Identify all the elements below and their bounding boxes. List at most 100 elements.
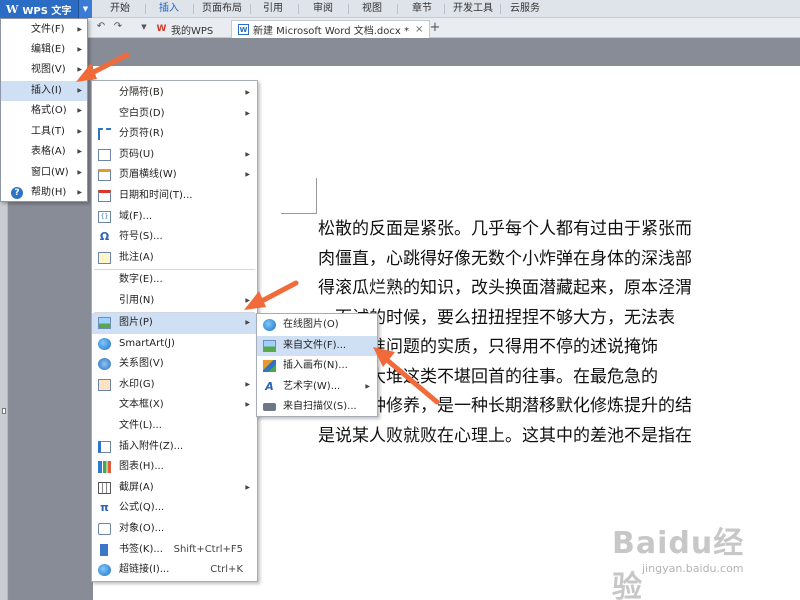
insert-item-separator[interactable]: 分隔符(B) ▶ <box>92 83 257 104</box>
menu-item-format[interactable]: 格式(O) ▶ <box>1 101 87 121</box>
insert-item-file[interactable]: 文件(L)... <box>92 416 257 437</box>
tab-start[interactable]: 开始 <box>110 0 130 18</box>
text-line: 而是一种修养，是一种长期潜移默化修炼提升的结 <box>318 396 692 416</box>
menu-item-label: 插入附件(Z)... <box>119 440 184 452</box>
insert-item-relation-chart[interactable]: 关系图(V) <box>92 354 257 375</box>
insert-item-watermark[interactable]: 水印(G) ▶ <box>92 375 257 396</box>
insert-item-number[interactable]: 数字(E)... <box>92 270 257 291</box>
menu-item-label: 关系图(V) <box>119 358 164 370</box>
chart-icon <box>98 461 111 474</box>
menu-item-label: 数字(E)... <box>119 274 163 285</box>
menu-item-table[interactable]: 表格(A) ▶ <box>1 142 87 162</box>
insert-item-picture[interactable]: 图片(P) ▶ <box>92 313 257 334</box>
insert-item-screenshot[interactable]: 截屏(A) ▶ <box>92 478 257 499</box>
tab-references[interactable]: 引用 <box>263 0 283 18</box>
insert-item-page-break[interactable]: 分页符(R) <box>92 124 257 145</box>
insert-item-smartart[interactable]: SmartArt(J) <box>92 334 257 355</box>
picture-item-from-file[interactable]: 来自文件(F)... <box>257 335 377 356</box>
document-tab-bar: ↶ ↷ ▼ W 我的WPS W 新建 Microsoft Word 文档.doc… <box>0 18 800 38</box>
picture-item-online[interactable]: 在线图片(O) <box>257 315 377 336</box>
tab-view[interactable]: 视图 <box>362 0 382 18</box>
menu-item-window[interactable]: 窗口(W) ▶ <box>1 163 87 183</box>
menu-item-label: 图片(P) <box>119 317 153 328</box>
insert-item-symbol[interactable]: Ω 符号(S)... <box>92 227 257 248</box>
menu-item-label: 来自文件(F)... <box>283 339 347 351</box>
tab-developer[interactable]: 开发工具 <box>453 0 493 18</box>
tab-divider <box>348 4 349 14</box>
insert-item-attachment[interactable]: 插入附件(Z)... <box>92 437 257 458</box>
tab-review[interactable]: 审阅 <box>313 0 333 18</box>
tab-divider <box>397 4 398 14</box>
close-icon[interactable]: × <box>415 24 423 35</box>
insert-item-comment[interactable]: 批注(A) <box>92 248 257 269</box>
smartart-icon <box>98 337 111 350</box>
new-tab-plus-icon[interactable]: + <box>428 20 442 36</box>
menu-item-file[interactable]: 文件(F) ▶ <box>1 20 87 40</box>
tab-divider <box>250 4 251 14</box>
menu-item-label: 插入画布(N)... <box>283 360 348 371</box>
insert-item-blank-page[interactable]: 空白页(D) ▶ <box>92 104 257 125</box>
wps-home-icon: W <box>156 24 167 34</box>
header-line-icon <box>98 169 111 182</box>
picture-icon <box>98 317 111 329</box>
tab-divider <box>193 4 194 14</box>
tab-insert[interactable]: 插入 <box>159 0 179 18</box>
insert-item-page-number[interactable]: 页码(U) ▶ <box>92 145 257 166</box>
insert-item-reference[interactable]: 引用(N) ▶ <box>92 291 257 312</box>
customize-dropdown-icon[interactable]: ▼ <box>137 20 151 34</box>
menu-item-help[interactable]: ? 帮助(H) ▶ <box>1 183 87 203</box>
menu-item-label: 截屏(A) <box>119 481 154 493</box>
menu-item-label: 水印(G) <box>119 378 155 390</box>
submenu-arrow-icon: ▶ <box>245 171 250 179</box>
insert-item-chart[interactable]: 图表(H)... <box>92 457 257 478</box>
menu-item-label: 日期和时间(T)... <box>119 190 193 201</box>
menu-item-label: 来自扫描仪(S)... <box>283 401 357 412</box>
tab-my-wps[interactable]: W 我的WPS <box>150 20 219 38</box>
menu-item-label: 插入(I) <box>31 85 62 96</box>
dropdown-arrow-icon[interactable]: ▼ <box>78 0 92 18</box>
wps-app-menu-button[interactable]: W WPS 文字 ▼ <box>0 0 92 18</box>
menu-item-label: 超链接(I)... <box>119 564 170 576</box>
redo-icon[interactable]: ↷ <box>111 20 125 34</box>
picture-item-canvas[interactable]: 插入画布(N)... <box>257 356 377 377</box>
insert-item-header-line[interactable]: 页眉横线(W) ▶ <box>92 165 257 186</box>
menu-item-label: SmartArt(J) <box>119 337 175 349</box>
menu-item-label: 引用(N) <box>119 294 155 306</box>
menu-item-label: 文本框(X) <box>119 399 164 411</box>
tab-document[interactable]: W 新建 Microsoft Word 文档.docx * × <box>231 20 431 38</box>
menu-item-label: 页码(U) <box>119 148 155 160</box>
tab-divider <box>298 4 299 14</box>
document-body-text[interactable]: 松散的反面是紧张。几乎每个人都有过由于紧张而 肉僵直，心跳得好像无数个小炸弹在身… <box>318 215 800 451</box>
wps-main-menu: 文件(F) ▶ 编辑(E) ▶ 视图(V) ▶ 插入(I) ▶ 格式(O) ▶ 工具(T)… <box>0 18 88 202</box>
submenu-arrow-icon: ▶ <box>77 66 82 73</box>
omega-icon: Ω <box>99 230 110 244</box>
tab-cloud-service[interactable]: 云服务 <box>510 0 540 18</box>
insert-item-bookmark[interactable]: 书签(K)... Shift+Ctrl+F5 <box>92 540 257 561</box>
menu-item-label: 在线图片(O) <box>283 319 339 330</box>
word-document-icon: W <box>238 24 249 35</box>
shortcut-text: Ctrl+K <box>210 564 243 576</box>
insert-item-text-box[interactable]: 文本框(X) ▶ <box>92 395 257 416</box>
menu-item-tools[interactable]: 工具(T) ▶ <box>1 122 87 142</box>
insert-item-object[interactable]: 对象(O)... <box>92 519 257 540</box>
baidu-watermark: Baidu经验 jingyan.baidu.com <box>612 518 762 600</box>
menu-item-label: 页眉横线(W) <box>119 169 177 181</box>
submenu-arrow-icon: ▶ <box>245 401 250 409</box>
ruler-marker[interactable] <box>2 408 6 414</box>
menu-item-edit[interactable]: 编辑(E) ▶ <box>1 40 87 60</box>
relation-icon <box>98 358 111 371</box>
submenu-arrow-icon: ▶ <box>245 109 250 117</box>
tab-chapter[interactable]: 章节 <box>412 0 432 18</box>
undo-icon[interactable]: ↶ <box>94 20 108 34</box>
tab-page-layout[interactable]: 页面布局 <box>202 0 242 18</box>
insert-item-hyperlink[interactable]: 超链接(I)... Ctrl+K <box>92 560 257 581</box>
insert-item-formula[interactable]: π 公式(Q)... <box>92 498 257 519</box>
insert-item-date-time[interactable]: 日期和时间(T)... <box>92 186 257 207</box>
insert-item-field[interactable]: {} 域(F)... <box>92 207 257 228</box>
menu-item-insert[interactable]: 插入(I) ▶ <box>1 81 87 101</box>
picture-item-wordart[interactable]: A 艺术字(W)... ▶ <box>257 377 377 398</box>
menu-item-view[interactable]: 视图(V) ▶ <box>1 60 87 80</box>
menu-item-label: 图表(H)... <box>119 461 164 473</box>
picture-item-scanner[interactable]: 来自扫描仪(S)... <box>257 397 377 418</box>
online-picture-icon <box>263 319 276 331</box>
